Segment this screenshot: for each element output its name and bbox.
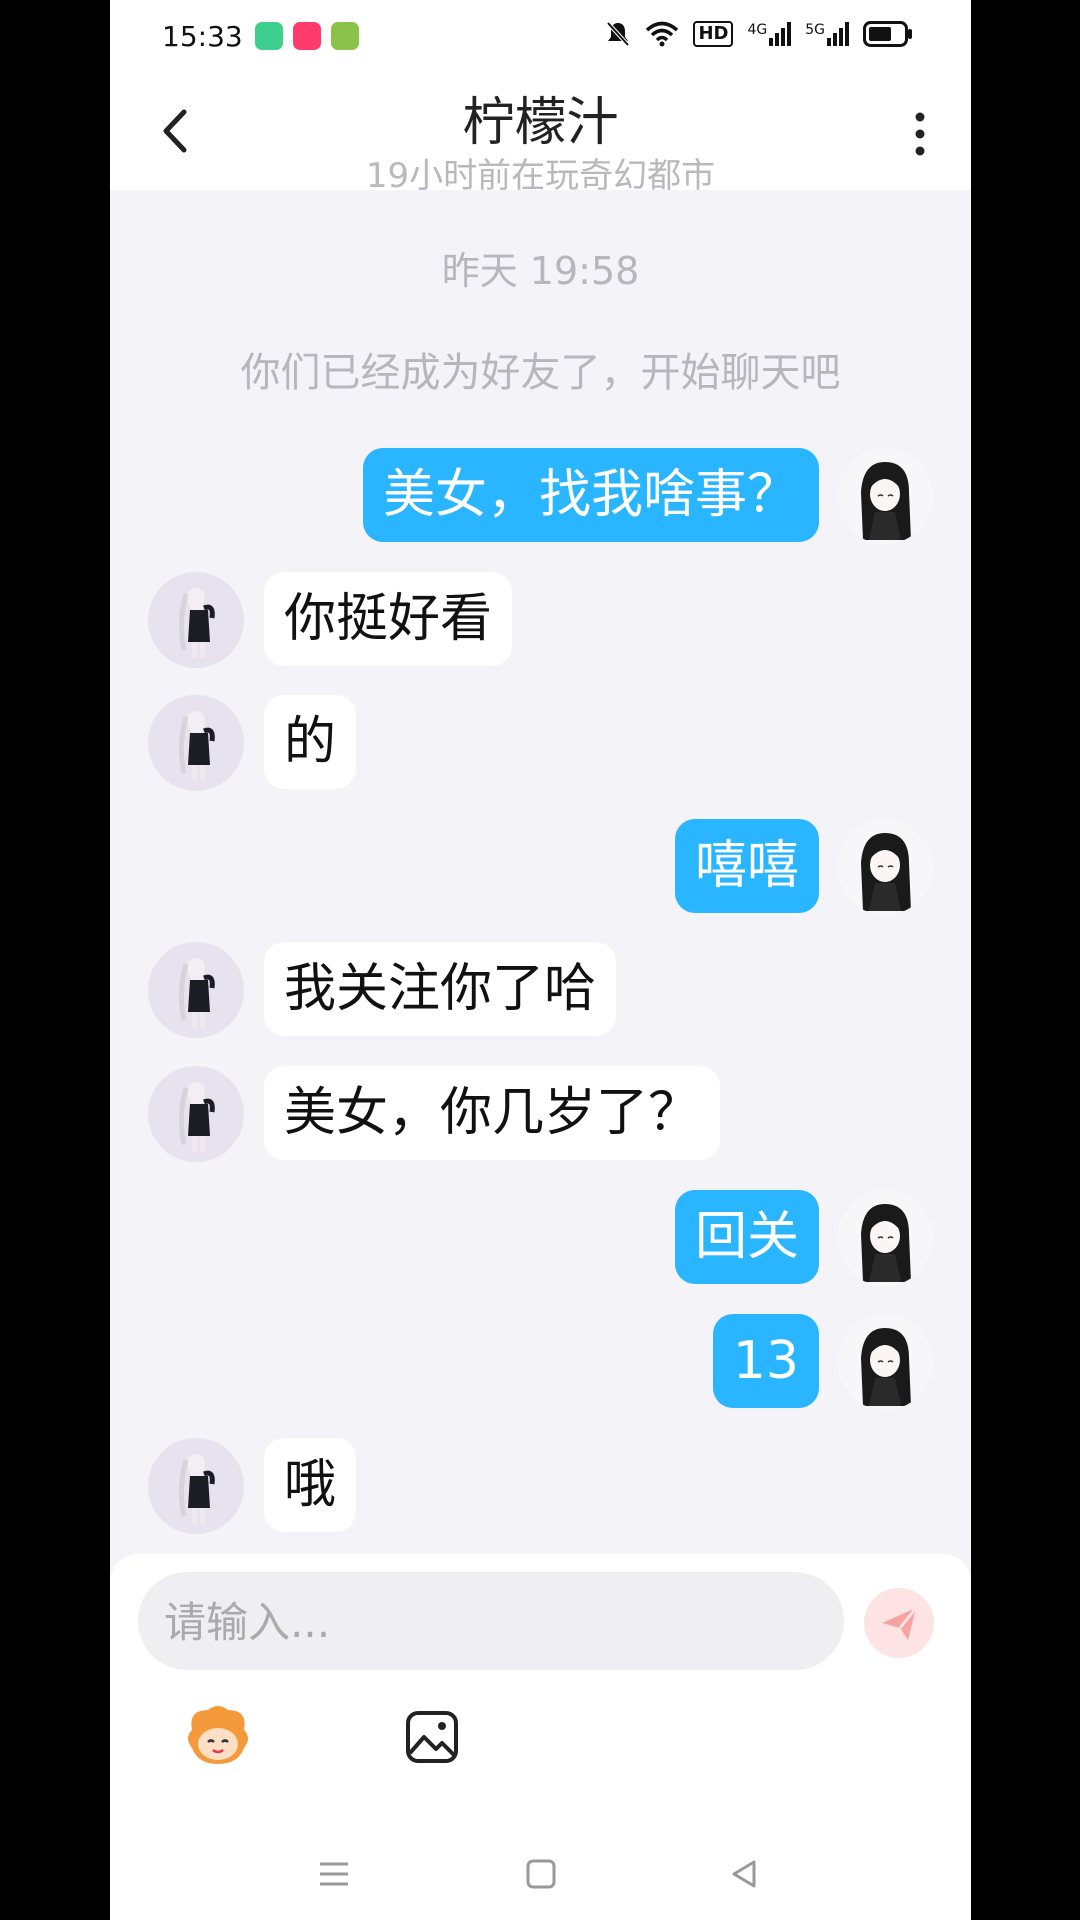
- header: 15:33 HD 4G 5G 柠檬汁 19小时前在玩奇幻都市: [110, 0, 971, 196]
- message-row: 美女，你几岁了？: [110, 1066, 971, 1162]
- phone-screen: 15:33 HD 4G 5G 柠檬汁 19小时前在玩奇幻都市 昨天 19:58 …: [110, 0, 971, 1920]
- signal-bars-icon: [769, 22, 792, 46]
- message-bubble[interactable]: 你挺好看: [264, 572, 513, 666]
- message-row: 美女，找我啥事？: [110, 448, 971, 544]
- back-triangle-icon[interactable]: [724, 1854, 764, 1894]
- contact-avatar[interactable]: [148, 1438, 244, 1534]
- my-avatar[interactable]: [837, 448, 933, 544]
- avatar-image: [178, 711, 215, 781]
- message-bubble[interactable]: 美女，你几岁了？: [264, 1066, 721, 1160]
- message-row: 的: [110, 695, 971, 791]
- wifi-icon: [646, 21, 679, 47]
- avatar-image: [861, 1204, 911, 1282]
- avatar-image: [178, 1082, 215, 1152]
- signal-bars-icon: [827, 22, 849, 46]
- avatar-image: [861, 833, 911, 911]
- avatar-image: [178, 958, 215, 1028]
- battery-icon: [863, 21, 912, 47]
- message-bubble[interactable]: 13: [712, 1314, 819, 1408]
- my-avatar[interactable]: [837, 1190, 933, 1286]
- contact-avatar[interactable]: [148, 1066, 244, 1162]
- status-app-icons: [255, 22, 359, 50]
- emoji-avatar-icon[interactable]: [184, 1704, 252, 1768]
- message-row: 嘻嘻: [110, 819, 971, 915]
- message-input-box[interactable]: [138, 1572, 844, 1672]
- my-avatar[interactable]: [837, 1314, 933, 1410]
- hd-badge: HD: [693, 21, 734, 47]
- image-icon[interactable]: [404, 1709, 460, 1765]
- contact-avatar[interactable]: [148, 942, 244, 1038]
- chat-subtitle: 19小时前在玩奇幻都市: [365, 156, 716, 196]
- contact-avatar[interactable]: [148, 695, 244, 791]
- message-bubble[interactable]: 哦: [264, 1438, 357, 1532]
- more-vertical-icon[interactable]: [915, 112, 925, 156]
- menu-icon[interactable]: [314, 1854, 354, 1894]
- video-app-icon: [293, 22, 321, 50]
- composer-panel: [110, 1554, 971, 1920]
- avatar-image: [861, 462, 911, 540]
- signal-5g: 5G: [805, 22, 849, 46]
- message-row: 回关: [110, 1190, 971, 1286]
- message-bubble[interactable]: 嘻嘻: [674, 819, 819, 913]
- message-bubble[interactable]: 美女，找我啥事？: [362, 448, 819, 542]
- mute-bell-icon: [606, 21, 630, 47]
- signal-4g: 4G: [747, 22, 792, 46]
- avatar-image: [861, 1328, 911, 1406]
- status-time: 15:33: [162, 20, 243, 53]
- avatar-image: [178, 588, 215, 658]
- app-notification-icon: [255, 22, 283, 50]
- time-divider: 昨天 19:58: [441, 249, 640, 293]
- message-row: 你挺好看: [110, 572, 971, 668]
- message-row: 我关注你了哈: [110, 942, 971, 1038]
- home-icon[interactable]: [521, 1854, 561, 1894]
- message-input[interactable]: [162, 1572, 806, 1672]
- my-avatar[interactable]: [837, 819, 933, 915]
- message-bubble[interactable]: 的: [264, 695, 357, 789]
- message-bubble[interactable]: 我关注你了哈: [264, 942, 617, 1036]
- network-label-5g: 5G: [805, 22, 825, 38]
- message-row: 13: [110, 1314, 971, 1410]
- network-label-4g: 4G: [747, 22, 768, 38]
- message-row: 哦: [110, 1438, 971, 1534]
- contact-avatar[interactable]: [148, 572, 244, 668]
- message-bubble[interactable]: 回关: [674, 1190, 819, 1284]
- game-app-icon: [331, 22, 359, 50]
- avatar-image: [178, 1454, 215, 1524]
- send-button[interactable]: [864, 1588, 934, 1658]
- chat-title: 柠檬汁: [462, 93, 619, 153]
- send-icon: [882, 1607, 918, 1640]
- system-tip: 你们已经成为好友了，开始聊天吧: [240, 350, 841, 396]
- status-indicators: HD 4G 5G: [605, 20, 913, 48]
